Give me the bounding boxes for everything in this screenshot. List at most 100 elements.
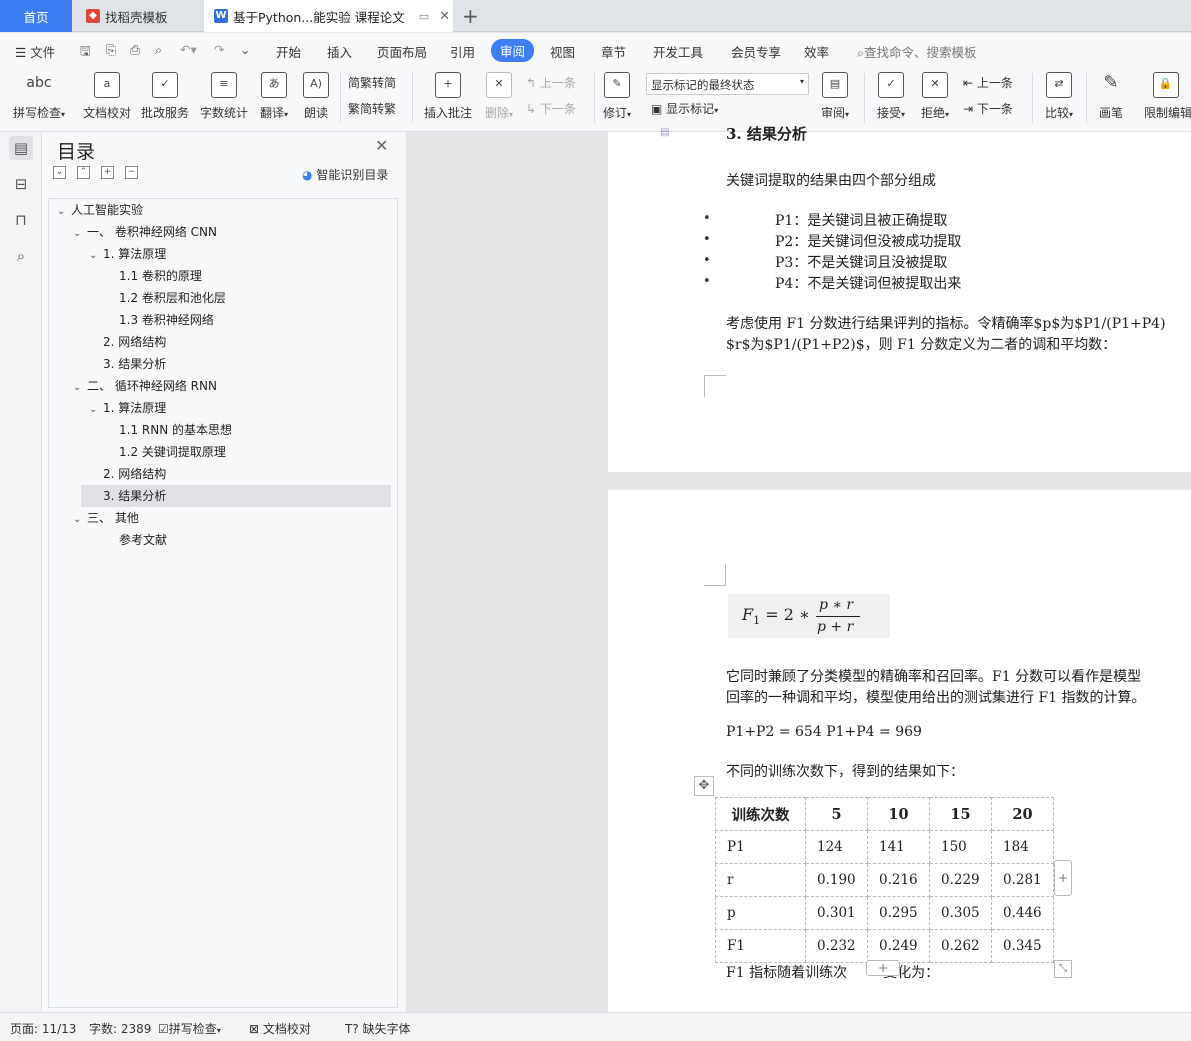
toc-item[interactable]: ⌄ 一、 卷积神经网络 CNN (73, 221, 217, 243)
search-icon[interactable]: ⌕ (9, 244, 33, 268)
more-chevron-icon[interactable]: ⌄ (240, 42, 250, 57)
toc-item[interactable]: ⌄ 三、 其他 (73, 507, 139, 529)
table-cell[interactable]: 0.216 (867, 863, 930, 897)
toc-item[interactable]: 2. 网络结构 (103, 331, 166, 353)
toc-item-selected[interactable]: 3. 结果分析 (81, 485, 391, 507)
smart-toc-button[interactable]: ◕ 智能识别目录 (302, 166, 388, 183)
print-icon[interactable]: ⎙ (130, 42, 140, 58)
table-cell[interactable]: F1 (715, 929, 806, 963)
toc-item[interactable]: ⌄ 1. 算法原理 (89, 243, 166, 265)
page-indicator[interactable]: 页面: 11/13 (10, 1020, 76, 1037)
add-row-icon[interactable]: + (866, 960, 900, 976)
toc-item[interactable]: 1.3 卷积神经网络 (119, 309, 214, 331)
command-search[interactable]: ⌕查找命令、搜索模板 (857, 42, 977, 61)
toc-item[interactable]: ⌄ 1. 算法原理 (89, 397, 166, 419)
table-cell[interactable]: P1 (715, 830, 806, 864)
document-page[interactable]: 3. 结果分析 ▤ 关键词提取的结果由四个部分组成 • P1：是关键词且被正确提… (608, 125, 1191, 472)
toc-item[interactable]: ⌄ 二、 循环神经网络 RNN (73, 375, 217, 397)
results-table[interactable]: 训练次数 5 10 15 20 P1 124 141 150 184 r 0.1… (715, 797, 1054, 963)
table-cell[interactable]: 0.229 (929, 863, 992, 897)
new-tab-icon[interactable]: + (462, 4, 479, 28)
collapse-down-icon[interactable]: ⌄ (53, 166, 66, 179)
toc-panel-icon[interactable]: ▤ (9, 136, 33, 160)
status-spell-check[interactable]: ☑拼写检查▾ (158, 1020, 221, 1037)
menu-layout[interactable]: 页面布局 (377, 42, 427, 61)
table-cell[interactable]: 141 (867, 830, 930, 864)
table-cell[interactable]: 0.345 (991, 929, 1054, 963)
tab-document[interactable]: W 基于Python...能实验 课程论文 ▭ ✕ (204, 0, 453, 32)
menu-devtools[interactable]: 开发工具 (653, 42, 703, 61)
preview-icon[interactable]: ⌕ (155, 42, 162, 58)
review-service-button[interactable]: ✓ 批改服务 (138, 65, 192, 132)
formula-equation[interactable]: F1 = 2 ∗ p ∗ r p + r (728, 594, 890, 638)
bookmark-icon[interactable]: ⊓ (9, 208, 33, 232)
outline-icon[interactable]: ⊟ (9, 172, 33, 196)
status-proofread[interactable]: ⊠ 文档校对 (249, 1020, 311, 1037)
redo-icon[interactable]: ↷ (214, 42, 224, 57)
table-cell[interactable]: 15 (929, 797, 992, 831)
table-cell[interactable]: 150 (929, 830, 992, 864)
menu-chapter[interactable]: 章节 (601, 42, 626, 61)
table-cell[interactable]: 5 (805, 797, 868, 831)
undo-icon[interactable]: ↶▾ (180, 42, 197, 57)
simp-to-trad-button[interactable]: 繁简转繁 (348, 100, 396, 117)
table-cell[interactable]: 10 (867, 797, 930, 831)
accept-button[interactable]: ✓ 接受▾ (872, 65, 910, 132)
trad-to-simp-button[interactable]: 简繁转简 (348, 74, 396, 91)
markup-state-select[interactable]: 显示标记的最终状态 ▾ (646, 73, 809, 95)
table-cell[interactable]: 0.301 (805, 896, 868, 930)
menu-reference[interactable]: 引用 (450, 42, 475, 61)
toc-item[interactable]: 2. 网络结构 (103, 463, 166, 485)
toc-item[interactable]: ⌄ 人工智能实验 (57, 199, 143, 221)
prev-change-button[interactable]: ⇤ 上一条 (963, 74, 1013, 91)
table-cell[interactable]: 0.446 (991, 896, 1054, 930)
table-cell[interactable]: 0.232 (805, 929, 868, 963)
read-aloud-button[interactable]: A) 朗读 (298, 65, 334, 132)
menu-efficiency[interactable]: 效率 (804, 42, 829, 61)
table-cell[interactable]: 0.281 (991, 863, 1054, 897)
spell-check-button[interactable]: abc 拼写检查▾ (8, 65, 70, 132)
toc-item[interactable]: 1.2 关键词提取原理 (119, 441, 226, 463)
missing-font-button[interactable]: T? 缺失字体 (345, 1020, 411, 1037)
toc-item[interactable]: 参考文献 (119, 529, 167, 551)
table-cell[interactable]: r (715, 863, 806, 897)
table-cell[interactable]: p (715, 896, 806, 930)
translate-button[interactable]: あ翻译▾ (256, 65, 292, 132)
close-icon[interactable]: ✕ (375, 136, 388, 155)
menu-insert[interactable]: 插入 (327, 42, 352, 61)
proofread-button[interactable]: a 文档校对 (78, 65, 136, 132)
table-resize-icon[interactable]: ⤡ (1054, 960, 1072, 978)
pin-tab-icon[interactable]: ▭ (419, 10, 429, 23)
next-change-button[interactable]: ⇥ 下一条 (963, 100, 1013, 117)
pen-button[interactable]: ✎ 画笔 (1094, 65, 1128, 132)
table-move-handle-icon[interactable]: ✥ (694, 776, 714, 796)
next-comment-button[interactable]: ↳ 下一条 (526, 100, 576, 117)
table-cell[interactable]: 训练次数 (715, 797, 806, 831)
toc-item[interactable]: 1.2 卷积层和池化层 (119, 287, 226, 309)
table-cell[interactable]: 184 (991, 830, 1054, 864)
insert-comment-button[interactable]: + 插入批注 (420, 65, 476, 132)
document-page[interactable]: F1 = 2 ∗ p ∗ r p + r 它同时兼顾了分类模型的精确率和召回率。… (608, 490, 1191, 1020)
table-cell[interactable]: 0.190 (805, 863, 868, 897)
compare-button[interactable]: ⇄ 比较▾ (1040, 65, 1078, 132)
toc-item[interactable]: 1.1 RNN 的基本思想 (119, 419, 232, 441)
review-pane-button[interactable]: ▤ 审阅▾ (816, 65, 854, 132)
tab-home[interactable]: 首页 (0, 0, 72, 32)
save-icon[interactable]: 🖫 (80, 42, 91, 63)
reject-button[interactable]: ✕ 拒绝▾ (916, 65, 954, 132)
document-canvas[interactable]: 3. 结果分析 ▤ 关键词提取的结果由四个部分组成 • P1：是关键词且被正确提… (406, 125, 1191, 1020)
delete-comment-button[interactable]: ✕ 删除▾ (480, 65, 518, 132)
table-cell[interactable]: 0.295 (867, 896, 930, 930)
collapse-all-icon[interactable]: − (125, 166, 138, 179)
close-tab-icon[interactable]: ✕ (439, 9, 450, 24)
menu-start[interactable]: 开始 (276, 42, 301, 61)
collapse-up-icon[interactable]: ⌃ (77, 166, 90, 179)
table-cell[interactable]: 0.262 (929, 929, 992, 963)
menu-member[interactable]: 会员专享 (731, 42, 781, 61)
word-count[interactable]: 字数: 2389 (89, 1020, 151, 1037)
toc-item[interactable]: 3. 结果分析 (103, 353, 166, 375)
menu-review[interactable]: 审阅 (491, 39, 535, 62)
export-icon[interactable]: ⎘ (106, 42, 116, 58)
prev-comment-button[interactable]: ↰ 上一条 (526, 74, 576, 91)
expand-all-icon[interactable]: + (101, 166, 114, 179)
